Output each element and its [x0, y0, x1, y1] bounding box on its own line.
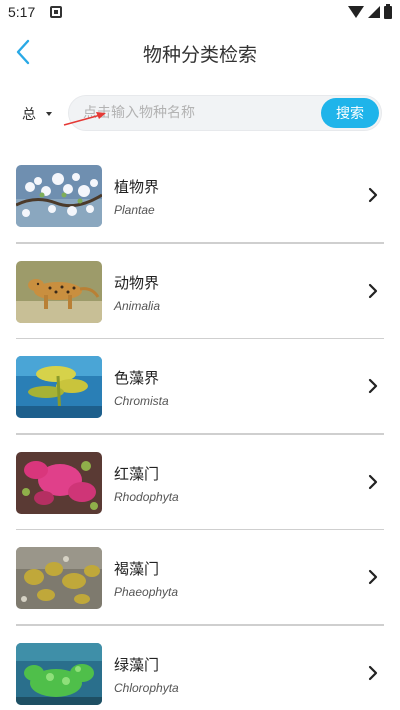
search-input[interactable] — [83, 96, 303, 130]
list-item[interactable]: 色藻界 Chromista — [16, 339, 384, 435]
item-name-latin: Rhodophyta — [114, 489, 179, 504]
list-item[interactable]: 动物界 Animalia — [16, 244, 384, 339]
list-item[interactable]: 绿藻门 Chlorophyta — [16, 626, 384, 710]
page-title: 物种分类检索 — [142, 44, 257, 66]
chevron-right-icon — [368, 665, 378, 680]
wifi-icon — [348, 6, 364, 18]
kingdom-list: 植物界 Plantae 动物界 Animalia 色藻界 Chromista 红… — [16, 148, 384, 710]
signal-icon — [368, 6, 380, 18]
item-name-latin: Animalia — [114, 298, 161, 313]
battery-icon — [384, 3, 392, 19]
item-name-cn: 绿藻门 — [114, 655, 160, 674]
brown-algae-image — [16, 547, 102, 609]
search-button[interactable]: 搜索 — [321, 98, 379, 128]
status-bar: 5:17 — [0, 0, 400, 26]
item-name-cn: 红藻门 — [114, 464, 160, 483]
item-name-cn: 植物界 — [114, 178, 160, 196]
scope-label: 总 — [22, 107, 36, 123]
notification-icon — [50, 6, 62, 18]
kelp-image — [16, 356, 102, 418]
item-name-cn: 色藻界 — [114, 369, 160, 387]
status-icons — [348, 3, 392, 19]
status-time: 5:17 — [8, 4, 36, 20]
item-name-latin: Phaeophyta — [114, 585, 179, 599]
item-name-latin: Chlorophyta — [114, 680, 179, 695]
leopard-image — [16, 260, 102, 323]
item-name-cn: 褐藻门 — [114, 560, 160, 578]
chevron-right-icon — [368, 187, 378, 203]
plant-blossom-image — [16, 165, 102, 227]
header: 物种分类检索 — [0, 30, 400, 74]
chevron-right-icon — [368, 378, 378, 394]
search-row: 总 搜索 — [0, 94, 400, 134]
green-algae-image — [16, 642, 102, 705]
list-item[interactable]: 植物界 Plantae — [16, 148, 384, 244]
list-item[interactable]: 褐藻门 Phaeophyta — [16, 530, 384, 626]
search-box: 搜索 — [68, 95, 382, 131]
chevron-right-icon — [368, 474, 378, 489]
list-item[interactable]: 红藻门 Rhodophyta — [16, 435, 384, 530]
chevron-right-icon — [368, 569, 378, 585]
chevron-right-icon — [368, 283, 378, 298]
scope-dropdown[interactable]: 总 — [22, 102, 52, 126]
item-name-latin: Chromista — [114, 394, 169, 408]
caret-down-icon — [46, 112, 52, 116]
red-algae-image — [16, 451, 102, 514]
item-name-cn: 动物界 — [114, 273, 160, 292]
item-name-latin: Plantae — [114, 203, 155, 217]
